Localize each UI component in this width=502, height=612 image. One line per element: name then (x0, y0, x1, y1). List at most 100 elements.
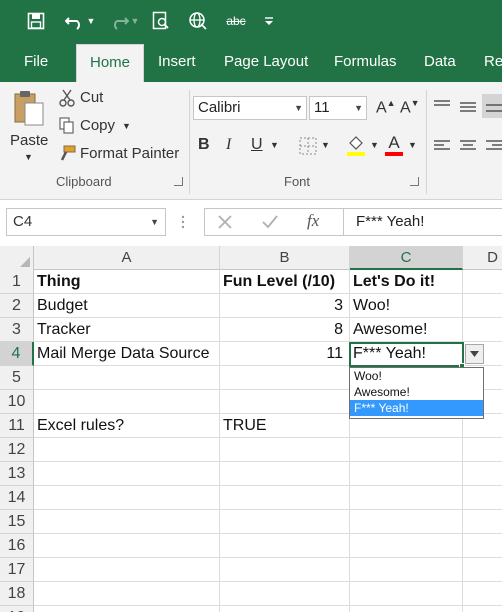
cell-b19[interactable] (220, 606, 350, 612)
row-header[interactable]: 2 (0, 294, 34, 318)
cell-a2[interactable]: Budget (34, 294, 220, 318)
undo-icon[interactable]: ▼ (62, 0, 98, 42)
fill-color-dropdown-icon[interactable]: ▼ (370, 140, 379, 150)
select-all-button[interactable] (0, 246, 34, 270)
cell-d18[interactable] (463, 582, 502, 606)
tab-data[interactable]: Data (414, 42, 466, 82)
cut-button[interactable]: Cut (80, 89, 103, 106)
enter-icon[interactable] (261, 214, 279, 233)
copy-icon[interactable] (58, 116, 76, 136)
cell-a10[interactable] (34, 390, 220, 414)
borders-icon[interactable] (298, 136, 318, 156)
cell-a5[interactable] (34, 366, 220, 390)
bottom-align-icon[interactable] (482, 94, 502, 118)
cell-c17[interactable] (350, 558, 463, 582)
save-icon[interactable] (24, 0, 48, 42)
font-color-dropdown-icon[interactable]: ▼ (408, 140, 417, 150)
cell-b18[interactable] (220, 582, 350, 606)
row-header[interactable]: 5 (0, 366, 34, 390)
column-header-b[interactable]: B (220, 246, 350, 270)
italic-button[interactable]: I (226, 136, 231, 154)
row-header[interactable]: 3 (0, 318, 34, 342)
cell-c12[interactable] (350, 438, 463, 462)
cell-a15[interactable] (34, 510, 220, 534)
cell-b2[interactable]: 3 (220, 294, 350, 318)
font-size-select[interactable]: 11 ▼ (309, 96, 367, 120)
formula-bar-grip-icon[interactable] (181, 212, 185, 232)
cell-b17[interactable] (220, 558, 350, 582)
row-header[interactable]: 18 (0, 582, 34, 606)
row-header[interactable]: 14 (0, 486, 34, 510)
cell-c18[interactable] (350, 582, 463, 606)
font-color-icon[interactable]: A (383, 132, 405, 158)
row-header[interactable]: 4 (0, 342, 34, 366)
font-launcher-icon[interactable] (410, 177, 419, 186)
cell-a16[interactable] (34, 534, 220, 558)
column-header-a[interactable]: A (34, 246, 220, 270)
cell-d19[interactable] (463, 606, 502, 612)
format-painter-icon[interactable] (58, 144, 76, 164)
cell-a3[interactable]: Tracker (34, 318, 220, 342)
cell-d17[interactable] (463, 558, 502, 582)
copy-button[interactable]: Copy (80, 117, 115, 134)
tab-review[interactable]: Re (474, 42, 502, 82)
formula-input[interactable]: F*** Yeah! (344, 208, 502, 236)
cell-b5[interactable] (220, 366, 350, 390)
cell-b13[interactable] (220, 462, 350, 486)
top-align-icon[interactable] (432, 96, 452, 116)
cell-b15[interactable] (220, 510, 350, 534)
row-header[interactable]: 12 (0, 438, 34, 462)
cell-c2[interactable]: Woo! (350, 294, 463, 318)
tab-home[interactable]: Home (76, 44, 144, 82)
underline-button[interactable]: U (251, 136, 263, 154)
grow-font-button[interactable]: A▲ (376, 98, 396, 117)
clipboard-launcher-icon[interactable] (174, 177, 183, 186)
name-box[interactable]: C4 ▼ (6, 208, 166, 236)
cell-a13[interactable] (34, 462, 220, 486)
cell-c1[interactable]: Let's Do it! (350, 270, 463, 294)
cell-a12[interactable] (34, 438, 220, 462)
cancel-icon[interactable] (217, 214, 233, 233)
cell-a17[interactable] (34, 558, 220, 582)
cell-b10[interactable] (220, 390, 350, 414)
cell-d13[interactable] (463, 462, 502, 486)
globe-icon[interactable] (186, 0, 210, 42)
cell-d16[interactable] (463, 534, 502, 558)
tab-insert[interactable]: Insert (148, 42, 206, 82)
shrink-font-button[interactable]: A▼ (400, 98, 420, 117)
align-left-icon[interactable] (432, 136, 452, 156)
paste-dropdown-icon[interactable]: ▼ (24, 152, 33, 162)
print-preview-icon[interactable] (150, 0, 172, 42)
tab-formulas[interactable]: Formulas (324, 42, 407, 82)
dropdown-option[interactable]: Woo! (350, 368, 483, 384)
cell-d2[interactable] (463, 294, 502, 318)
row-header[interactable]: 19 (0, 606, 34, 612)
fill-color-icon[interactable] (345, 134, 367, 158)
tab-file[interactable]: File (14, 42, 58, 82)
bold-button[interactable]: B (198, 136, 210, 154)
cell-c14[interactable] (350, 486, 463, 510)
cell-b16[interactable] (220, 534, 350, 558)
cell-c15[interactable] (350, 510, 463, 534)
paste-icon[interactable] (10, 88, 46, 128)
cell-b12[interactable] (220, 438, 350, 462)
cell-a18[interactable] (34, 582, 220, 606)
cell-d14[interactable] (463, 486, 502, 510)
row-header[interactable]: 15 (0, 510, 34, 534)
row-header[interactable]: 11 (0, 414, 34, 438)
spelling-icon[interactable]: abc (222, 0, 250, 42)
row-header[interactable]: 16 (0, 534, 34, 558)
cell-d1[interactable] (463, 270, 502, 294)
row-header[interactable]: 1 (0, 270, 34, 294)
cell-a1[interactable]: Thing (34, 270, 220, 294)
cell-a19[interactable] (34, 606, 220, 612)
customize-icon[interactable] (262, 0, 276, 42)
cell-b14[interactable] (220, 486, 350, 510)
cell-a4[interactable]: Mail Merge Data Source (34, 342, 220, 366)
cut-icon[interactable] (58, 88, 76, 108)
cell-d3[interactable] (463, 318, 502, 342)
column-header-d[interactable]: D (463, 246, 502, 270)
cell-c16[interactable] (350, 534, 463, 558)
borders-dropdown-icon[interactable]: ▼ (321, 140, 330, 150)
cell-b1[interactable]: Fun Level (/10) (220, 270, 350, 294)
